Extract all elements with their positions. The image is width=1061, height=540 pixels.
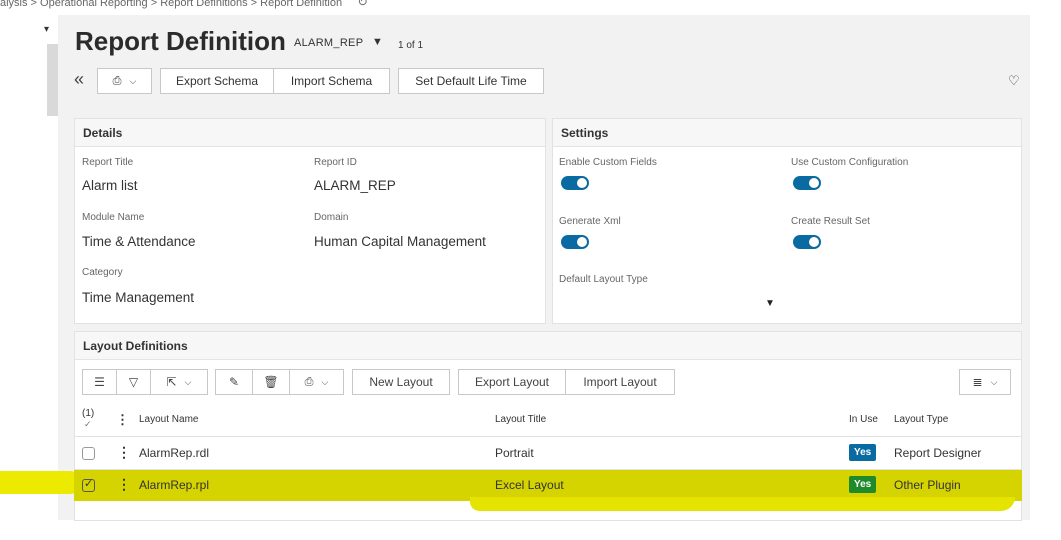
page-title: Report Definition bbox=[75, 26, 286, 56]
table-row[interactable]: ⋮ AlarmRep.rdl Portrait Yes Report Desig… bbox=[74, 436, 1022, 470]
details-panel: Details Report Title Alarm list Report I… bbox=[74, 118, 546, 324]
filter-button[interactable]: ▽ bbox=[116, 369, 151, 395]
export-layout-button[interactable]: Export Layout bbox=[458, 369, 566, 395]
create-result-set-toggle[interactable] bbox=[793, 235, 821, 249]
export-schema-button[interactable]: Export Schema bbox=[160, 68, 274, 94]
row-checkbox-checked[interactable]: ✓ bbox=[82, 478, 95, 492]
set-default-life-time-button[interactable]: Set Default Life Time bbox=[398, 68, 544, 94]
use-custom-configuration-label: Use Custom Configuration bbox=[791, 157, 909, 168]
check-icon: ✓ bbox=[84, 478, 94, 490]
details-heading: Details bbox=[75, 119, 545, 147]
breadcrumb-text[interactable]: alysis > Operational Reporting > Report … bbox=[0, 0, 342, 9]
generate-xml-label: Generate Xml bbox=[559, 216, 621, 227]
settings-panel: Settings Enable Custom Fields Use Custom… bbox=[552, 118, 1022, 324]
report-title-value: Alarm list bbox=[82, 178, 138, 193]
category-value: Time Management bbox=[82, 290, 195, 305]
navigator-scrollbar[interactable] bbox=[47, 44, 58, 116]
domain-value: Human Capital Management bbox=[314, 234, 486, 249]
heart-icon[interactable]: ♡ bbox=[1008, 73, 1020, 89]
highlight-marker-stroke bbox=[0, 471, 80, 494]
column-header-layout-type[interactable]: Layout Type bbox=[894, 414, 948, 425]
double-chevron-left-icon[interactable]: « bbox=[74, 69, 84, 90]
category-label: Category bbox=[82, 267, 123, 278]
enable-custom-fields-toggle[interactable] bbox=[561, 176, 589, 190]
record-selector-caret-icon[interactable]: ▼ bbox=[372, 36, 383, 48]
chevron-down-icon: ⌵ bbox=[184, 376, 192, 387]
column-header-layout-title[interactable]: Layout Title bbox=[495, 414, 546, 425]
pencil-icon: ✎ bbox=[228, 375, 240, 389]
layout-type-cell: Other Plugin bbox=[894, 478, 961, 492]
chevron-down-icon: ⌵ bbox=[321, 376, 329, 387]
report-id-value: ALARM_REP bbox=[314, 178, 396, 193]
row-kebab-icon[interactable]: ⋮ bbox=[117, 444, 131, 461]
report-title-label: Report Title bbox=[82, 157, 134, 168]
layout-definitions-heading: Layout Definitions bbox=[75, 332, 1021, 360]
settings-heading: Settings bbox=[553, 119, 1021, 147]
export-icon: ⇱ bbox=[166, 375, 177, 389]
export-menu-button[interactable]: ⇱ ⌵ bbox=[150, 369, 208, 395]
row-kebab-icon[interactable]: ⋮ bbox=[117, 476, 131, 493]
layout-title-cell: Portrait bbox=[495, 446, 534, 460]
refresh-icon[interactable]: ↻ bbox=[357, 0, 368, 10]
chevron-down-icon: ⌵ bbox=[129, 75, 137, 86]
layout-name-cell[interactable]: AlarmRep.rdl bbox=[139, 446, 209, 460]
layout-title-cell: Excel Layout bbox=[495, 478, 564, 492]
menu-lines-icon: ≣ bbox=[972, 375, 983, 389]
selected-count: (1) bbox=[82, 408, 95, 419]
domain-label: Domain bbox=[314, 212, 349, 223]
breadcrumb[interactable]: alysis > Operational Reporting > Report … bbox=[0, 0, 368, 10]
record-count: 1 of 1 bbox=[398, 40, 424, 51]
layout-actions-menu-button[interactable]: ⎙ ⌵ bbox=[289, 369, 344, 395]
default-layout-type-dropdown-caret-icon[interactable]: ▼ bbox=[765, 298, 775, 309]
default-layout-type-label: Default Layout Type bbox=[559, 274, 648, 285]
column-header-in-use[interactable]: In Use bbox=[849, 414, 878, 425]
new-layout-button[interactable]: New Layout bbox=[352, 369, 450, 395]
report-id-label: Report ID bbox=[314, 157, 357, 168]
chevron-down-icon: ⌵ bbox=[990, 376, 998, 387]
module-name-value: Time & Attendance bbox=[82, 234, 196, 249]
import-schema-button[interactable]: Import Schema bbox=[273, 68, 390, 94]
stamp-icon: ⎙ bbox=[304, 375, 314, 388]
actions-menu-button[interactable]: ⎙ ⌵ bbox=[97, 68, 152, 94]
generate-xml-toggle[interactable] bbox=[561, 235, 589, 249]
in-use-badge: Yes bbox=[849, 444, 877, 461]
stamp-icon: ⎙ bbox=[112, 74, 122, 87]
column-header-layout-name[interactable]: Layout Name bbox=[139, 414, 198, 425]
column-chooser-button[interactable]: ≣ ⌵ bbox=[959, 369, 1011, 395]
use-custom-configuration-toggle[interactable] bbox=[793, 176, 821, 190]
record-selector[interactable]: ALARM_REP bbox=[294, 37, 363, 49]
row-checkbox[interactable] bbox=[82, 447, 95, 460]
edit-button[interactable]: ✎ bbox=[215, 369, 253, 395]
enable-custom-fields-label: Enable Custom Fields bbox=[559, 157, 657, 168]
trash-icon: 🗑 bbox=[263, 375, 279, 389]
in-use-badge: Yes bbox=[849, 476, 877, 493]
create-result-set-label: Create Result Set bbox=[791, 216, 870, 227]
list-icon: ☰ bbox=[94, 375, 105, 389]
module-name-label: Module Name bbox=[82, 212, 145, 223]
select-all-check-icon[interactable]: ✓ bbox=[84, 419, 92, 430]
delete-button[interactable]: 🗑 bbox=[252, 369, 290, 395]
header-kebab-icon[interactable]: ⋮ bbox=[116, 412, 129, 428]
import-layout-button[interactable]: Import Layout bbox=[565, 369, 675, 395]
filter-icon: ▽ bbox=[128, 375, 139, 389]
navigator-caret-icon[interactable]: ▾ bbox=[44, 24, 49, 35]
list-view-button[interactable]: ☰ bbox=[82, 369, 117, 395]
layout-name-cell[interactable]: AlarmRep.rpl bbox=[139, 478, 209, 492]
table-row[interactable]: ✓ ⋮ AlarmRep.rpl Excel Layout Yes Other … bbox=[74, 469, 1022, 501]
layout-type-cell: Report Designer bbox=[894, 446, 982, 460]
